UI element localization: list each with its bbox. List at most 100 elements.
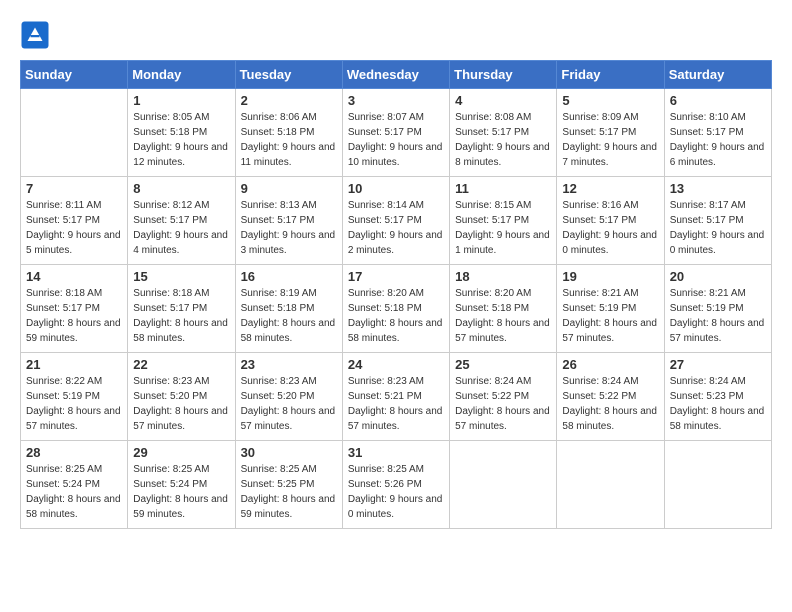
logo-icon [20, 20, 50, 50]
day-number: 19 [562, 269, 658, 284]
day-number: 28 [26, 445, 122, 460]
day-number: 3 [348, 93, 444, 108]
day-info: Sunrise: 8:22 AMSunset: 5:19 PMDaylight:… [26, 374, 122, 434]
page-header [20, 20, 772, 50]
calendar-cell: 19 Sunrise: 8:21 AMSunset: 5:19 PMDayligh… [557, 265, 664, 353]
day-info: Sunrise: 8:17 AMSunset: 5:17 PMDaylight:… [670, 198, 766, 258]
day-info: Sunrise: 8:25 AMSunset: 5:25 PMDaylight:… [241, 462, 337, 522]
calendar-cell: 18 Sunrise: 8:20 AMSunset: 5:18 PMDayligh… [450, 265, 557, 353]
day-info: Sunrise: 8:20 AMSunset: 5:18 PMDaylight:… [455, 286, 551, 346]
day-info: Sunrise: 8:21 AMSunset: 5:19 PMDaylight:… [670, 286, 766, 346]
day-number: 21 [26, 357, 122, 372]
day-info: Sunrise: 8:25 AMSunset: 5:24 PMDaylight:… [26, 462, 122, 522]
calendar-cell [557, 441, 664, 529]
day-info: Sunrise: 8:25 AMSunset: 5:24 PMDaylight:… [133, 462, 229, 522]
calendar-cell: 28 Sunrise: 8:25 AMSunset: 5:24 PMDayligh… [21, 441, 128, 529]
weekday-header-sunday: Sunday [21, 61, 128, 89]
week-row-4: 21 Sunrise: 8:22 AMSunset: 5:19 PMDayligh… [21, 353, 772, 441]
day-number: 30 [241, 445, 337, 460]
day-info: Sunrise: 8:06 AMSunset: 5:18 PMDaylight:… [241, 110, 337, 170]
day-info: Sunrise: 8:12 AMSunset: 5:17 PMDaylight:… [133, 198, 229, 258]
day-number: 24 [348, 357, 444, 372]
day-info: Sunrise: 8:18 AMSunset: 5:17 PMDaylight:… [26, 286, 122, 346]
day-info: Sunrise: 8:14 AMSunset: 5:17 PMDaylight:… [348, 198, 444, 258]
weekday-header-friday: Friday [557, 61, 664, 89]
calendar-cell: 27 Sunrise: 8:24 AMSunset: 5:23 PMDayligh… [664, 353, 771, 441]
calendar-cell: 23 Sunrise: 8:23 AMSunset: 5:20 PMDayligh… [235, 353, 342, 441]
weekday-header-thursday: Thursday [450, 61, 557, 89]
day-number: 26 [562, 357, 658, 372]
day-number: 27 [670, 357, 766, 372]
calendar-cell: 7 Sunrise: 8:11 AMSunset: 5:17 PMDaylight… [21, 177, 128, 265]
day-info: Sunrise: 8:15 AMSunset: 5:17 PMDaylight:… [455, 198, 551, 258]
day-info: Sunrise: 8:10 AMSunset: 5:17 PMDaylight:… [670, 110, 766, 170]
calendar-cell: 17Sunrise: 8:20 AMSunset: 5:18 PMDayligh… [342, 265, 449, 353]
weekday-header-saturday: Saturday [664, 61, 771, 89]
calendar-cell: 9 Sunrise: 8:13 AMSunset: 5:17 PMDaylight… [235, 177, 342, 265]
calendar-cell: 16Sunrise: 8:19 AMSunset: 5:18 PMDayligh… [235, 265, 342, 353]
day-number: 22 [133, 357, 229, 372]
calendar-cell [664, 441, 771, 529]
calendar-cell: 4Sunrise: 8:08 AMSunset: 5:17 PMDaylight… [450, 89, 557, 177]
day-number: 18 [455, 269, 551, 284]
weekday-header-tuesday: Tuesday [235, 61, 342, 89]
day-number: 25 [455, 357, 551, 372]
day-info: Sunrise: 8:09 AMSunset: 5:17 PMDaylight:… [562, 110, 658, 170]
day-info: Sunrise: 8:24 AMSunset: 5:23 PMDaylight:… [670, 374, 766, 434]
day-info: Sunrise: 8:08 AMSunset: 5:17 PMDaylight:… [455, 110, 551, 170]
week-row-3: 14 Sunrise: 8:18 AMSunset: 5:17 PMDayligh… [21, 265, 772, 353]
calendar-cell [450, 441, 557, 529]
calendar-cell: 8 Sunrise: 8:12 AMSunset: 5:17 PMDaylight… [128, 177, 235, 265]
day-number: 15 [133, 269, 229, 284]
calendar-cell: 30 Sunrise: 8:25 AMSunset: 5:25 PMDayligh… [235, 441, 342, 529]
day-number: 13 [670, 181, 766, 196]
calendar-cell: 2 Sunrise: 8:06 AMSunset: 5:18 PMDaylight… [235, 89, 342, 177]
day-number: 16 [241, 269, 337, 284]
day-info: Sunrise: 8:05 AMSunset: 5:18 PMDaylight:… [133, 110, 229, 170]
day-number: 5 [562, 93, 658, 108]
calendar-cell: 24Sunrise: 8:23 AMSunset: 5:21 PMDayligh… [342, 353, 449, 441]
day-number: 31 [348, 445, 444, 460]
calendar-cell: 6Sunrise: 8:10 AMSunset: 5:17 PMDaylight… [664, 89, 771, 177]
day-info: Sunrise: 8:23 AMSunset: 5:20 PMDaylight:… [133, 374, 229, 434]
day-number: 17 [348, 269, 444, 284]
day-number: 1 [133, 93, 229, 108]
week-row-5: 28 Sunrise: 8:25 AMSunset: 5:24 PMDayligh… [21, 441, 772, 529]
day-number: 2 [241, 93, 337, 108]
day-number: 9 [241, 181, 337, 196]
week-row-1: 1 Sunrise: 8:05 AMSunset: 5:18 PMDaylight… [21, 89, 772, 177]
day-number: 14 [26, 269, 122, 284]
day-number: 11 [455, 181, 551, 196]
calendar-cell: 3 Sunrise: 8:07 AMSunset: 5:17 PMDaylight… [342, 89, 449, 177]
weekday-header-monday: Monday [128, 61, 235, 89]
day-number: 7 [26, 181, 122, 196]
day-info: Sunrise: 8:07 AMSunset: 5:17 PMDaylight:… [348, 110, 444, 170]
calendar-cell: 29 Sunrise: 8:25 AMSunset: 5:24 PMDayligh… [128, 441, 235, 529]
day-info: Sunrise: 8:13 AMSunset: 5:17 PMDaylight:… [241, 198, 337, 258]
calendar-cell: 31Sunrise: 8:25 AMSunset: 5:26 PMDayligh… [342, 441, 449, 529]
calendar-cell: 15 Sunrise: 8:18 AMSunset: 5:17 PMDayligh… [128, 265, 235, 353]
calendar-cell: 25Sunrise: 8:24 AMSunset: 5:22 PMDayligh… [450, 353, 557, 441]
calendar-cell: 14 Sunrise: 8:18 AMSunset: 5:17 PMDayligh… [21, 265, 128, 353]
day-info: Sunrise: 8:18 AMSunset: 5:17 PMDaylight:… [133, 286, 229, 346]
logo [20, 20, 54, 50]
calendar-cell: 12Sunrise: 8:16 AMSunset: 5:17 PMDayligh… [557, 177, 664, 265]
calendar-cell: 13 Sunrise: 8:17 AMSunset: 5:17 PMDayligh… [664, 177, 771, 265]
calendar-body: 1 Sunrise: 8:05 AMSunset: 5:18 PMDaylight… [21, 89, 772, 529]
calendar-cell: 5 Sunrise: 8:09 AMSunset: 5:17 PMDaylight… [557, 89, 664, 177]
calendar-cell [21, 89, 128, 177]
calendar-header-row: SundayMondayTuesdayWednesdayThursdayFrid… [21, 61, 772, 89]
day-number: 8 [133, 181, 229, 196]
calendar-table: SundayMondayTuesdayWednesdayThursdayFrid… [20, 60, 772, 529]
day-number: 10 [348, 181, 444, 196]
day-number: 23 [241, 357, 337, 372]
day-number: 29 [133, 445, 229, 460]
weekday-header-wednesday: Wednesday [342, 61, 449, 89]
day-info: Sunrise: 8:23 AMSunset: 5:20 PMDaylight:… [241, 374, 337, 434]
calendar-cell: 10 Sunrise: 8:14 AMSunset: 5:17 PMDayligh… [342, 177, 449, 265]
day-info: Sunrise: 8:11 AMSunset: 5:17 PMDaylight:… [26, 198, 122, 258]
day-info: Sunrise: 8:21 AMSunset: 5:19 PMDaylight:… [562, 286, 658, 346]
day-number: 20 [670, 269, 766, 284]
calendar-cell: 20 Sunrise: 8:21 AMSunset: 5:19 PMDayligh… [664, 265, 771, 353]
calendar-cell: 22 Sunrise: 8:23 AMSunset: 5:20 PMDayligh… [128, 353, 235, 441]
